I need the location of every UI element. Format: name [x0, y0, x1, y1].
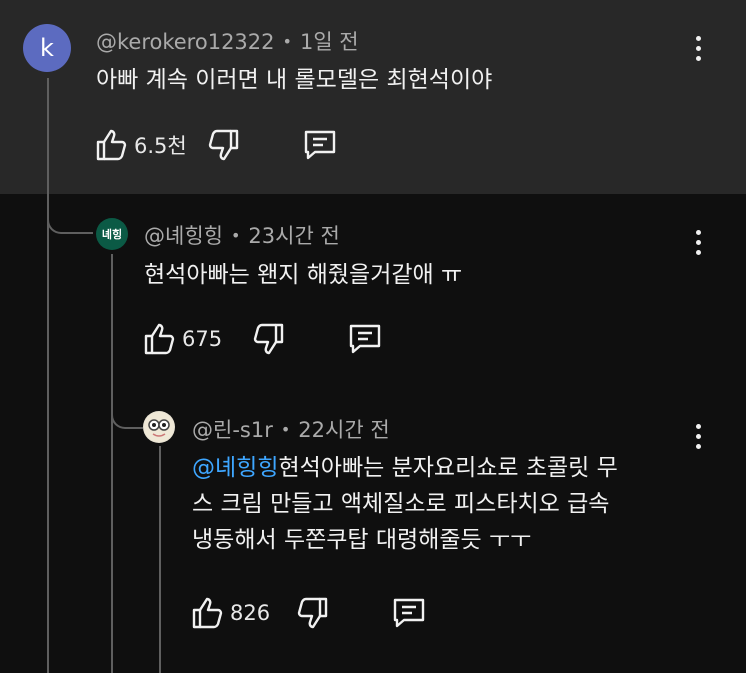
- separator-dot: •: [282, 32, 292, 51]
- more-options-button[interactable]: [686, 222, 710, 262]
- avatar[interactable]: [143, 411, 175, 443]
- dislike-icon[interactable]: [207, 128, 239, 162]
- timestamp[interactable]: 1일 전: [300, 30, 359, 54]
- like-count: 6.5천: [134, 134, 187, 158]
- like-count: 826: [230, 601, 271, 625]
- comment-text-line: 스 크림 만들고 액체질소로 피스타치오 급속: [192, 491, 610, 517]
- timestamp[interactable]: 23시간 전: [248, 224, 339, 248]
- comment-text: 현석아빠는 왠지 해줬을거같애 ㅠ: [144, 262, 463, 288]
- reply-icon[interactable]: [392, 597, 426, 629]
- like-icon[interactable]: [192, 596, 224, 630]
- dislike-icon[interactable]: [296, 596, 328, 630]
- separator-dot: •: [280, 420, 291, 439]
- more-options-button[interactable]: [686, 416, 710, 456]
- avatar-text: 녜힝: [101, 228, 123, 241]
- thread-connector-reply2: [111, 385, 143, 429]
- thread-line-level1: [47, 78, 49, 673]
- comment-meta: @녜힝힝 • 23시간 전: [144, 220, 340, 250]
- reply-icon[interactable]: [303, 129, 337, 161]
- more-options-button[interactable]: [686, 28, 710, 68]
- like-icon[interactable]: [144, 322, 176, 356]
- comment-meta: @kerokero12322 • 1일 전: [96, 26, 359, 56]
- like-count: 675: [182, 327, 223, 351]
- comment-actions: 675: [144, 322, 382, 356]
- comment-actions: 826: [192, 596, 426, 630]
- comment-text-line: 냉동해서 두쫀쿠탑 대령해줄듯 ㅜㅜ: [192, 527, 532, 553]
- mention-link[interactable]: @녜힝힝: [192, 455, 278, 481]
- comment-meta: @린-s1r • 22시간 전: [192, 414, 390, 444]
- reply-icon[interactable]: [348, 323, 382, 355]
- avatar-image: [144, 412, 174, 442]
- thread-connector-reply1: [47, 190, 93, 234]
- comment-text: @녜힝힝현석아빠는 분자요리쇼로 초콜릿 무 스 크림 만들고 액체질소로 피스…: [192, 450, 692, 558]
- comment-actions: 6.5천: [96, 128, 337, 162]
- separator-dot: •: [230, 226, 241, 245]
- comment-text: 아빠 계속 이러면 내 롤모델은 최현석이야: [96, 67, 493, 93]
- author-name[interactable]: @kerokero12322: [96, 30, 275, 54]
- dislike-icon[interactable]: [252, 322, 284, 356]
- avatar[interactable]: k: [23, 24, 71, 72]
- thread-line-level2: [111, 254, 113, 673]
- author-name[interactable]: @린-s1r: [192, 418, 273, 442]
- thread-line-level3: [159, 446, 161, 673]
- like-icon[interactable]: [96, 128, 128, 162]
- avatar[interactable]: 녜힝: [96, 218, 128, 250]
- author-name[interactable]: @녜힝힝: [144, 224, 223, 248]
- comment-text-line: @녜힝힝현석아빠는 분자요리쇼로 초콜릿 무: [192, 450, 692, 486]
- comment-text-span: 현석아빠는 분자요리쇼로 초콜릿 무: [278, 455, 618, 481]
- avatar-letter: k: [40, 34, 54, 62]
- timestamp[interactable]: 22시간 전: [298, 418, 389, 442]
